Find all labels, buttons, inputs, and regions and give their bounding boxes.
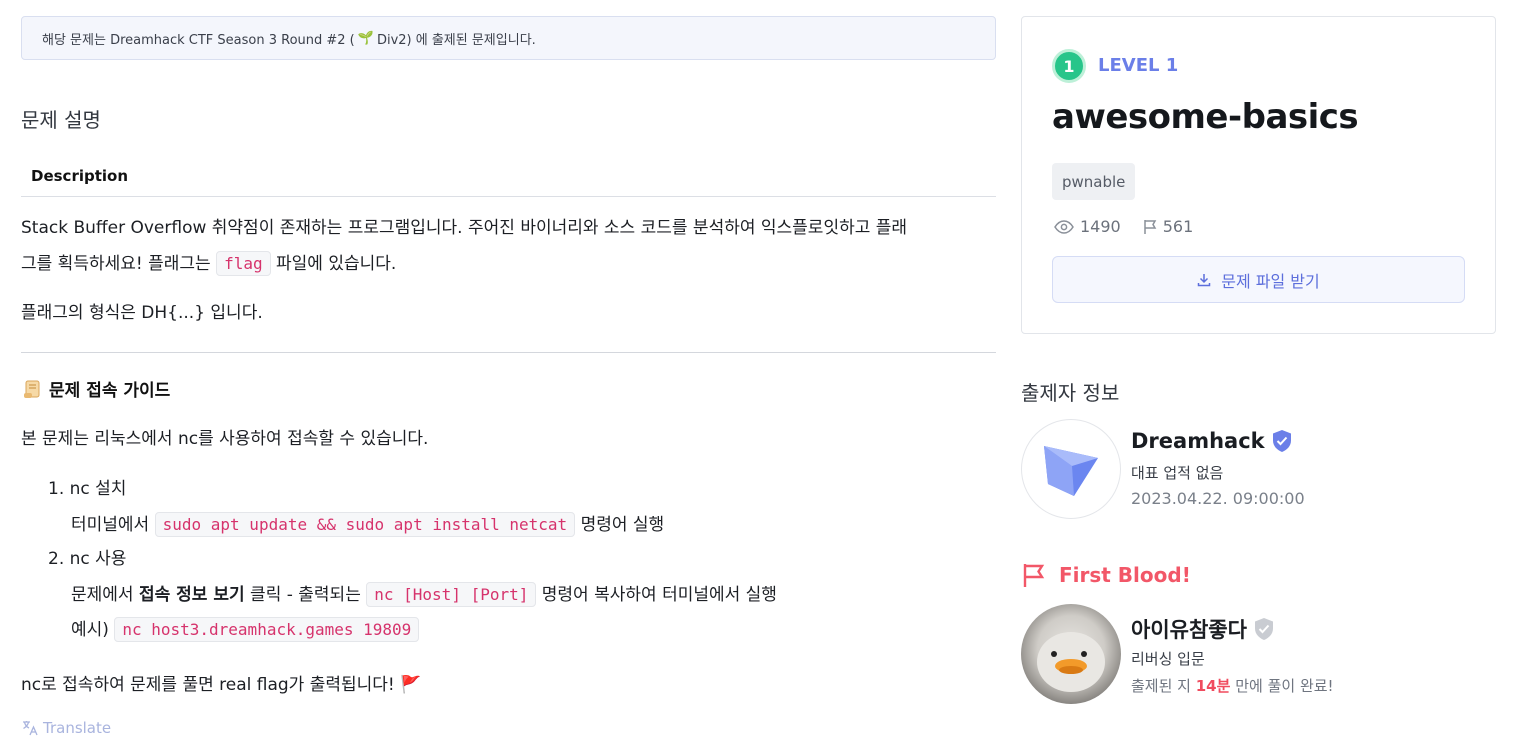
solve-time-value: 14분 <box>1195 677 1231 695</box>
translate-label: Translate <box>43 719 112 737</box>
example-line: 예시) nc host3.dreamhack.games 19809 <box>71 612 420 648</box>
step-text: 명령어 실행 <box>575 515 665 535</box>
author-info-heading: 출제자 정보 <box>1021 381 1120 405</box>
time-text: 만에 풀이 완료! <box>1230 677 1334 695</box>
guide-title-text: 문제 접속 가이드 <box>49 381 171 401</box>
description-text: 파일에 있습니다. <box>270 254 397 274</box>
install-command-code: sudo apt update && sudo apt install netc… <box>154 512 576 537</box>
description-tab-label: Description <box>31 167 129 185</box>
category-tag[interactable]: pwnable <box>1052 163 1136 200</box>
example-command-code: nc host3.dreamhack.games 19809 <box>114 617 420 642</box>
time-text: 출제된 지 <box>1131 677 1196 695</box>
first-blood-time: 출제된 지 14분 만에 풀이 완료! <box>1131 675 1334 696</box>
author-date: 2023.04.22. 09:00:00 <box>1131 489 1305 508</box>
download-icon <box>1198 273 1211 286</box>
connection-guide-heading: 문제 접속 가이드 <box>21 376 170 401</box>
season-notice-banner: 해당 문제는 Dreamhack CTF Season 3 Round #2 (… <box>21 16 996 60</box>
description-line-2: 그를 획득하세요! 플래그는 flag 파일에 있습니다. <box>21 246 396 282</box>
level-label: LEVEL 1 <box>1098 55 1179 76</box>
divider <box>21 352 996 353</box>
description-tab[interactable]: Description <box>21 160 996 197</box>
translate-button[interactable]: Translate <box>21 719 111 737</box>
scroll-icon <box>24 380 40 398</box>
author-achievement: 대표 업적 없음 <box>1131 464 1224 482</box>
flag-icon <box>1143 219 1157 234</box>
example-label: 예시) <box>71 620 115 640</box>
challenge-stats: 1490 561 <box>1054 217 1193 236</box>
download-label: 문제 파일 받기 <box>1221 271 1320 291</box>
unverified-badge-icon <box>1254 618 1273 640</box>
nc-command-code: nc [Host] [Port] <box>366 582 537 607</box>
first-blood-heading: First Blood! <box>1021 562 1191 588</box>
step1-detail: 터미널에서 sudo apt update && sudo apt instal… <box>71 507 664 543</box>
flag-format-text: 플래그의 형식은 DH{...} 입니다. <box>21 303 263 323</box>
step-text: 터미널에서 <box>71 515 155 535</box>
first-blood-title: First Blood! <box>1059 563 1191 587</box>
first-blood-user-achievement: 리버싱 입문 <box>1131 650 1205 668</box>
step-text: 명령어 복사하여 터미널에서 실행 <box>536 585 777 605</box>
step2-title: 2. nc 사용 <box>48 549 127 569</box>
first-blood-user-avatar[interactable] <box>1021 604 1121 704</box>
guide-intro: 본 문제는 리눅스에서 nc를 사용하여 접속할 수 있습니다. <box>21 429 429 449</box>
author-name[interactable]: Dreamhack <box>1131 429 1265 453</box>
first-blood-user-row: 아이유참좋다 <box>1131 614 1275 644</box>
eye-icon <box>1054 219 1074 234</box>
red-flag-icon: 🚩 <box>400 675 422 695</box>
first-blood-user-name[interactable]: 아이유참좋다 <box>1131 614 1247 644</box>
duck-avatar-image <box>1037 632 1105 692</box>
step-text: 문제에서 <box>71 585 139 605</box>
author-name-row: Dreamhack <box>1131 429 1293 453</box>
problem-description-heading: 문제 설명 <box>21 108 101 132</box>
flag-file-code: flag <box>216 251 271 276</box>
guide-outro: nc로 접속하여 문제를 풀면 real flag가 출력됩니다! 🚩 <box>21 667 421 703</box>
translate-icon <box>23 721 38 736</box>
step1-title: 1. nc 설치 <box>48 479 127 499</box>
verified-badge-icon <box>1272 430 1291 452</box>
description-line-1: Stack Buffer Overflow 취약점이 존재하는 프로그램입니다.… <box>21 218 908 238</box>
notice-text-after: Div2) 에 출제된 문제입니다. <box>376 32 536 48</box>
description-text: 그를 획득하세요! 플래그는 <box>21 254 217 274</box>
outro-text: nc로 접속하여 문제를 풀면 real flag가 출력됩니다! <box>21 675 401 695</box>
level-badge: 1 <box>1052 49 1086 83</box>
author-avatar[interactable] <box>1021 419 1121 519</box>
first-blood-flag-icon <box>1023 564 1045 587</box>
sprout-icon: 🌱 <box>357 30 374 46</box>
challenge-title: awesome-basics <box>1052 97 1359 137</box>
dreamhack-logo-icon <box>1044 446 1098 496</box>
step-text: 클릭 - 출력되는 <box>244 585 367 605</box>
step2-detail: 문제에서 접속 정보 보기 클릭 - 출력되는 nc [Host] [Port]… <box>71 577 777 613</box>
challenge-info-card: 1 LEVEL 1 awesome-basics pwnable 1490 56… <box>1021 16 1496 334</box>
view-count: 1490 <box>1080 217 1121 236</box>
step-bold-text: 접속 정보 보기 <box>138 585 245 605</box>
notice-text-before: 해당 문제는 Dreamhack CTF Season 3 Round #2 ( <box>42 32 355 48</box>
download-files-button[interactable]: 문제 파일 받기 <box>1052 256 1465 303</box>
solve-count: 561 <box>1162 217 1194 236</box>
